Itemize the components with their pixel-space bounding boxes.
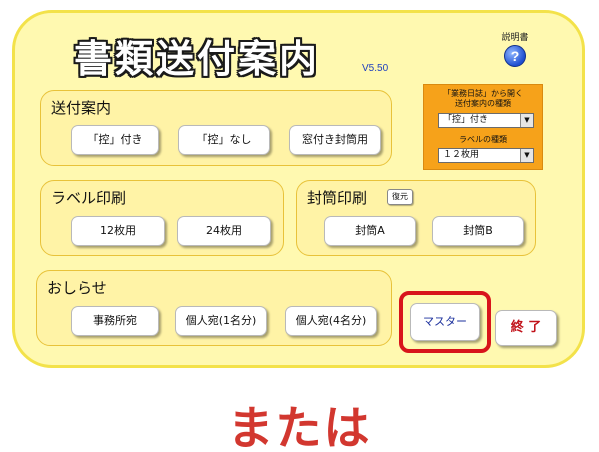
group-label-title: ラベル印刷 — [51, 189, 127, 207]
label-type-value: １２枚用 — [443, 150, 480, 160]
group-sofu: 送付案内 「控」付き 「控」なし 窓付き封筒用 — [40, 90, 392, 166]
label-24-button[interactable]: 24枚用 — [177, 216, 271, 246]
label-type-select[interactable]: １２枚用 ▼ — [438, 148, 534, 163]
settings-label-line2: 送付案内の種類 — [455, 99, 511, 108]
notice-office-button[interactable]: 事務所宛 — [71, 306, 159, 336]
envelope-b-button[interactable]: 封筒B — [432, 216, 524, 246]
notice-individual-4-button[interactable]: 個人宛(4名分) — [285, 306, 377, 336]
sofu-window-envelope-button[interactable]: 窓付き封筒用 — [289, 125, 381, 155]
group-label: ラベル印刷 12枚用 24枚用 — [40, 180, 284, 256]
settings-label-type: ラベルの種類 — [459, 135, 507, 144]
group-oshirase: おしらせ 事務所宛 個人宛(1名分) 個人宛(4名分) — [36, 270, 392, 346]
group-oshirase-title: おしらせ — [47, 279, 107, 297]
group-sofu-title: 送付案内 — [51, 99, 112, 117]
envelope-a-button[interactable]: 封筒A — [324, 216, 416, 246]
group-futo-title: 封筒印刷 — [307, 189, 368, 207]
help-label: 説明書 — [501, 33, 529, 43]
label-12-button[interactable]: 12枚用 — [71, 216, 165, 246]
sofu-with-copy-button[interactable]: 「控」付き — [71, 125, 159, 155]
restore-badge-button[interactable]: 復元 — [387, 189, 413, 205]
master-button[interactable]: マスター — [410, 303, 480, 341]
chevron-down-icon[interactable]: ▼ — [520, 114, 533, 127]
help-button[interactable]: 説明書 ? — [495, 30, 535, 67]
settings-label-line1: 「業務日誌」から開く — [443, 89, 523, 98]
chevron-down-icon[interactable]: ▼ — [520, 149, 533, 162]
app-title: 書類送付案内 — [74, 36, 321, 81]
sofu-type-select[interactable]: 「控」付き ▼ — [438, 113, 534, 128]
sofu-type-value: 「控」付き — [443, 115, 489, 125]
sofu-without-copy-button[interactable]: 「控」なし — [178, 125, 270, 155]
caption-text: または — [227, 401, 372, 452]
notice-individual-1-button[interactable]: 個人宛(1名分) — [175, 306, 267, 336]
version-label: V5.50 — [362, 63, 389, 74]
question-icon[interactable]: ? — [504, 45, 526, 67]
group-futo: 封筒印刷 封筒A 封筒B — [296, 180, 536, 256]
settings-box: 「業務日誌」から開く 送付案内の種類 「控」付き ▼ ラベルの種類 １２枚用 ▼ — [423, 84, 543, 170]
exit-button[interactable]: 終 了 — [495, 310, 557, 346]
